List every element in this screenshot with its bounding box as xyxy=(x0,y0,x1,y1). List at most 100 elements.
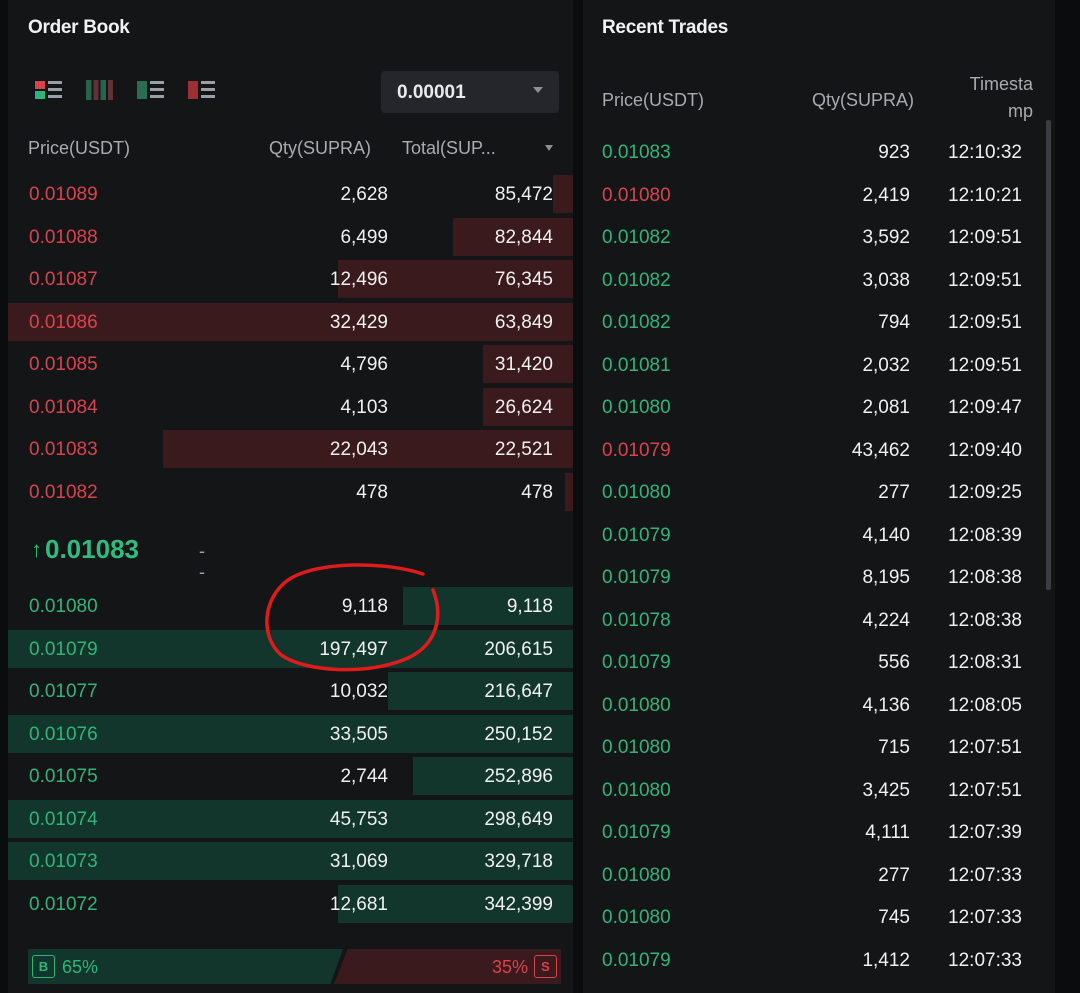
both-sides-view-icon[interactable] xyxy=(35,78,62,102)
trade-row: 0.01082 794 12:09:51 xyxy=(583,302,1038,342)
bid-total: 9,118 xyxy=(506,596,553,617)
trades-col-time-header: Timesta mp xyxy=(970,74,1033,122)
trade-time: 12:07:51 xyxy=(948,779,1022,801)
ask-row[interactable]: 0.01086 32,429 63,849 xyxy=(8,302,573,342)
sell-percent: 35% xyxy=(491,957,528,977)
trade-qty: 4,224 xyxy=(862,609,910,631)
ask-total: 31,420 xyxy=(494,354,553,375)
total-unit-dropdown-icon[interactable] xyxy=(545,145,553,151)
bid-total: 216,647 xyxy=(484,681,553,702)
bid-total: 250,152 xyxy=(484,723,553,745)
order-book-title: Order Book xyxy=(28,17,130,38)
bid-qty: 197,497 xyxy=(319,638,388,660)
ask-qty: 12,496 xyxy=(329,269,388,290)
trade-time: 12:08:31 xyxy=(948,652,1022,673)
ask-qty: 22,043 xyxy=(329,439,388,460)
ask-row[interactable]: 0.01083 22,043 22,521 xyxy=(8,429,573,469)
order-book-panel: Order Book 0.00001 Price(USDT) Qty(SUPRA… xyxy=(8,0,573,993)
trade-price: 0.01078 xyxy=(602,609,671,631)
bids-only-view-icon[interactable] xyxy=(137,78,164,102)
bid-row[interactable]: 0.01073 31,069 329,718 xyxy=(8,841,573,881)
ask-price: 0.01085 xyxy=(29,354,98,375)
bid-row[interactable]: 0.01080 9,118 9,118 xyxy=(8,586,573,626)
col-price-header: Price(USDT) xyxy=(28,138,130,158)
ask-row[interactable]: 0.01089 2,628 85,472 xyxy=(8,174,573,214)
trade-row: 0.01079 43,462 12:09:40 xyxy=(583,430,1038,470)
trade-qty: 8,195 xyxy=(862,567,910,588)
ask-price: 0.01089 xyxy=(29,184,98,205)
trade-row: 0.01080 745 12:07:33 xyxy=(583,897,1038,937)
trade-qty: 745 xyxy=(878,907,910,928)
ask-total: 85,472 xyxy=(494,184,553,205)
bid-row[interactable]: 0.01076 33,505 250,152 xyxy=(8,714,573,754)
buy-badge: B xyxy=(32,955,55,978)
bid-row[interactable]: 0.01077 10,032 216,647 xyxy=(8,671,573,711)
bid-row[interactable]: 0.01072 12,681 342,399 xyxy=(8,884,573,924)
ask-total: 76,345 xyxy=(494,269,553,290)
trade-row: 0.01080 715 12:07:51 xyxy=(583,727,1038,767)
view-mode-selector xyxy=(35,78,215,102)
trade-price: 0.01080 xyxy=(602,482,671,503)
trades-scrollbar[interactable] xyxy=(1046,120,1051,590)
trade-qty: 2,032 xyxy=(862,354,910,376)
trade-qty: 2,419 xyxy=(862,184,910,206)
trade-row: 0.01079 8,195 12:08:38 xyxy=(583,557,1038,597)
trade-price: 0.01082 xyxy=(602,312,671,333)
trade-qty: 4,140 xyxy=(862,524,910,546)
trade-qty: 3,592 xyxy=(862,227,910,248)
trade-price: 0.01079 xyxy=(602,524,671,546)
bid-price: 0.01076 xyxy=(29,723,98,745)
bid-qty: 9,118 xyxy=(341,596,388,617)
trade-qty: 1,412 xyxy=(862,949,910,971)
trade-row: 0.01080 277 12:07:33 xyxy=(583,855,1038,895)
trade-time: 12:07:33 xyxy=(948,864,1022,886)
ask-price: 0.01087 xyxy=(29,269,98,290)
trade-price: 0.01079 xyxy=(602,652,671,673)
up-arrow-icon: ↑ xyxy=(31,536,42,562)
trade-row: 0.01079 1,412 12:07:33 xyxy=(583,940,1038,980)
precision-value: 0.00001 xyxy=(397,82,466,103)
bid-row[interactable]: 0.01075 2,744 252,896 xyxy=(8,756,573,796)
ask-qty: 4,796 xyxy=(340,354,388,375)
bid-total: 206,615 xyxy=(484,638,553,660)
trade-price: 0.01082 xyxy=(602,269,671,291)
depth-bar xyxy=(553,175,573,213)
trade-row: 0.01082 3,592 12:09:51 xyxy=(583,217,1038,257)
last-price: ↑ 0.01083 -- xyxy=(31,534,205,582)
ask-row[interactable]: 0.01087 12,496 76,345 xyxy=(8,259,573,299)
trade-price: 0.01079 xyxy=(602,439,671,461)
time-header-line1: Timesta xyxy=(969,74,1033,94)
trade-row: 0.01079 4,111 12:07:39 xyxy=(583,812,1038,852)
ask-row[interactable]: 0.01082 478 478 xyxy=(8,472,573,512)
trade-qty: 277 xyxy=(878,864,910,886)
trade-price: 0.01083 xyxy=(602,142,671,163)
trade-qty: 4,136 xyxy=(862,694,910,716)
trade-time: 12:09:51 xyxy=(948,227,1022,248)
ask-total: 63,849 xyxy=(494,311,553,333)
ask-price: 0.01086 xyxy=(29,311,98,333)
bid-qty: 12,681 xyxy=(329,893,388,915)
trade-qty: 43,462 xyxy=(851,439,910,461)
asks-only-view-icon[interactable] xyxy=(188,78,215,102)
bid-row[interactable]: 0.01079 197,497 206,615 xyxy=(8,629,573,669)
buy-sell-ratio: B 65% 35% S xyxy=(28,949,561,984)
trade-time: 12:09:40 xyxy=(948,439,1022,461)
ask-qty: 6,499 xyxy=(340,226,388,248)
col-qty-header: Qty(SUPRA) xyxy=(269,138,372,158)
ask-row[interactable]: 0.01088 6,499 82,844 xyxy=(8,217,573,257)
ask-row[interactable]: 0.01084 4,103 26,624 xyxy=(8,387,573,427)
depth-view-icon[interactable] xyxy=(86,78,113,102)
bid-row[interactable]: 0.01074 45,753 298,649 xyxy=(8,799,573,839)
ask-row[interactable]: 0.01085 4,796 31,420 xyxy=(8,344,573,384)
ask-total: 82,844 xyxy=(494,226,553,248)
trade-row: 0.01080 2,081 12:09:47 xyxy=(583,387,1038,427)
trade-row: 0.01079 556 12:08:31 xyxy=(583,642,1038,682)
trade-time: 12:07:39 xyxy=(948,822,1022,843)
trade-price: 0.01079 xyxy=(602,822,671,843)
trade-time: 12:09:51 xyxy=(948,354,1022,376)
ask-qty: 2,628 xyxy=(340,184,388,205)
bid-price: 0.01074 xyxy=(29,808,98,830)
col-total-header[interactable]: Total(SUP... xyxy=(402,138,496,159)
trade-qty: 556 xyxy=(878,652,910,673)
precision-dropdown[interactable]: 0.00001 xyxy=(381,71,559,113)
